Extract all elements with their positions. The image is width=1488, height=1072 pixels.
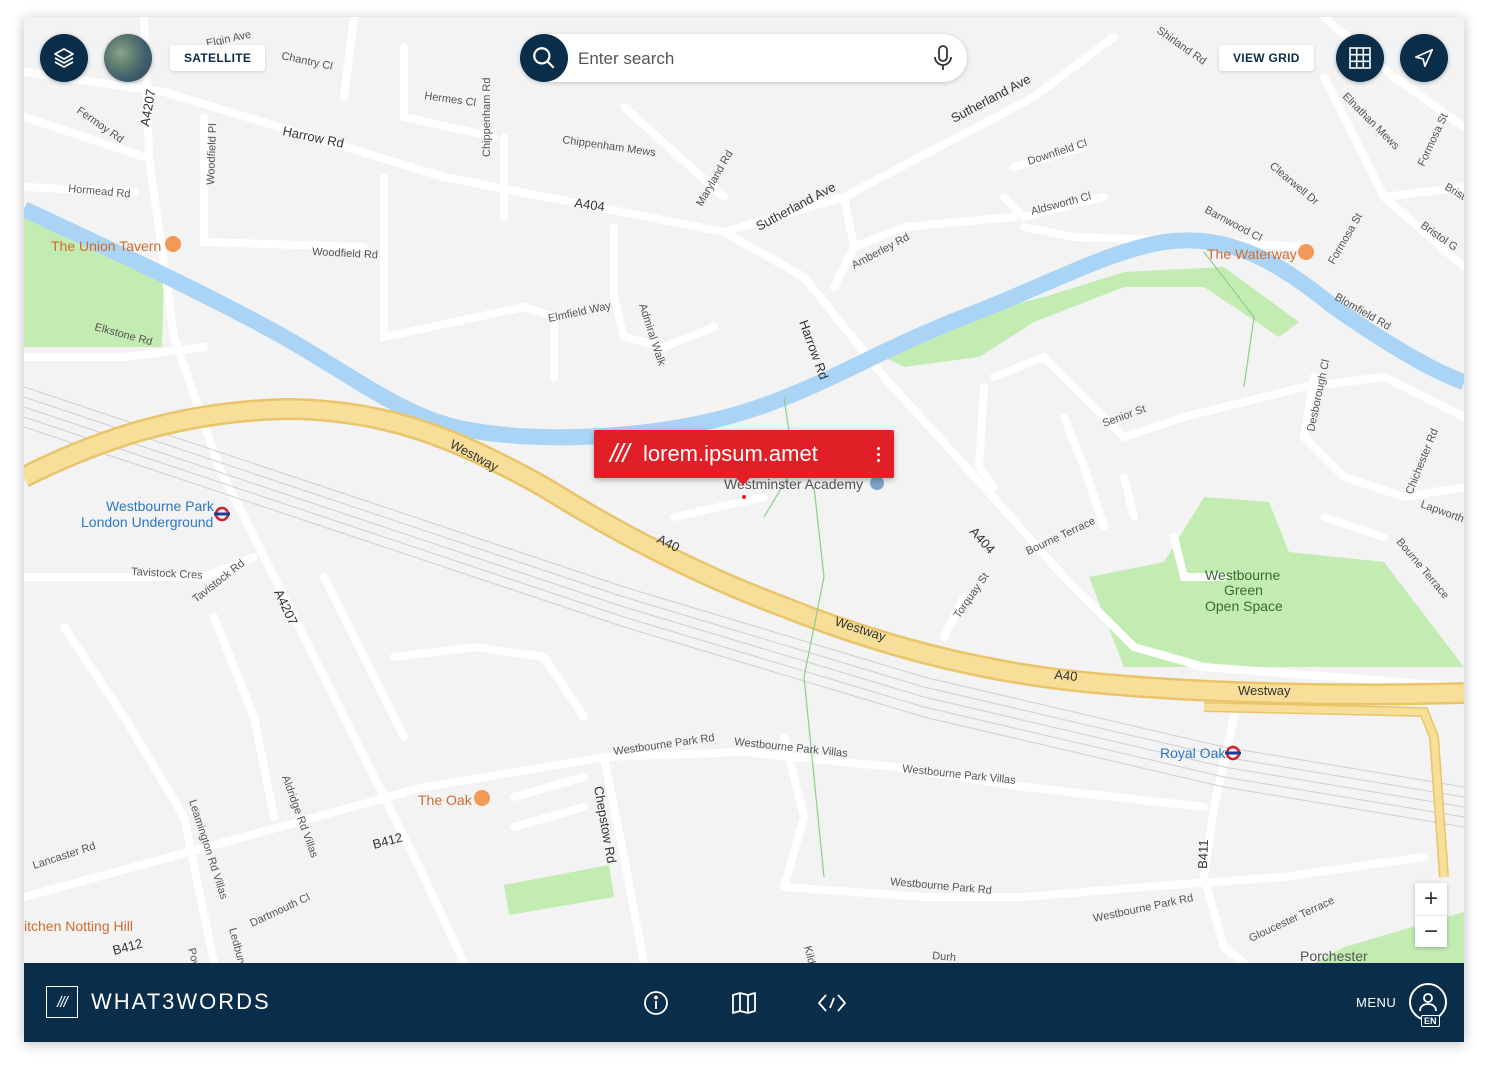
svg-text:London Underground: London Underground — [81, 514, 213, 530]
grid-button[interactable] — [1336, 34, 1384, 82]
microphone-icon — [934, 45, 952, 70]
dot — [876, 458, 880, 462]
svg-text:The Oak: The Oak — [418, 792, 473, 808]
w3w-logo-text[interactable]: WHAT3WORDS — [91, 989, 271, 1015]
restaurant-pin-union-tavern — [165, 236, 181, 252]
layers-button[interactable] — [40, 34, 88, 82]
map-view-button[interactable] — [728, 987, 760, 1019]
search-icon — [533, 47, 555, 69]
user-icon — [1419, 993, 1437, 1012]
zoom-control: + − — [1415, 883, 1447, 947]
menu-button[interactable]: MENU — [1356, 995, 1396, 1010]
search-button[interactable] — [520, 34, 568, 82]
view-grid-toggle[interactable]: VIEW GRID — [1219, 45, 1314, 71]
language-badge[interactable]: EN — [1421, 1015, 1440, 1027]
svg-text:Porchester: Porchester — [1300, 948, 1368, 963]
more-options-button[interactable] — [872, 440, 884, 468]
svg-text:Westbourne Park: Westbourne Park — [106, 498, 215, 514]
w3w-address: lorem.ipsum.amet — [643, 441, 818, 466]
microphone-button[interactable] — [929, 44, 957, 72]
svg-text:The Union Tavern: The Union Tavern — [51, 238, 161, 254]
svg-text:Durh: Durh — [932, 950, 957, 963]
svg-text:The Waterway: The Waterway — [1207, 246, 1297, 262]
svg-text:Westway: Westway — [1238, 683, 1291, 698]
code-icon — [818, 994, 846, 1012]
svg-text:Woodfield Pl: Woodfield Pl — [205, 123, 219, 185]
svg-text:B411: B411 — [1195, 839, 1211, 869]
dot — [876, 446, 880, 450]
layers-icon — [54, 48, 74, 68]
selected-square-marker — [742, 495, 746, 499]
search-input[interactable] — [576, 46, 910, 72]
developer-api-button[interactable] — [816, 987, 848, 1019]
app-frame: Harrow Rd A404 Sutherland Ave Sutherland… — [24, 17, 1464, 1042]
info-button[interactable] — [640, 987, 672, 1019]
zoom-in-button[interactable]: + — [1415, 883, 1447, 916]
w3w-slashes: /// — [610, 438, 630, 468]
search-bar — [520, 34, 967, 82]
restaurant-pin-waterway — [1298, 244, 1314, 260]
svg-text:itchen Notting Hill: itchen Notting Hill — [24, 918, 133, 934]
svg-text:A40: A40 — [1054, 667, 1078, 684]
map-canvas[interactable]: Harrow Rd A404 Sutherland Ave Sutherland… — [24, 17, 1464, 963]
svg-text:Royal Oak: Royal Oak — [1160, 745, 1226, 761]
zoom-out-button[interactable]: − — [1415, 916, 1447, 948]
footer-bar: /// WHAT3WORDS MENU EN — [24, 963, 1464, 1042]
svg-text:Westbourne: Westbourne — [1205, 567, 1280, 583]
svg-text:Green: Green — [1224, 582, 1263, 598]
w3w-logo-mark[interactable]: /// — [46, 986, 78, 1018]
map-icon — [732, 992, 756, 1014]
info-icon — [644, 991, 668, 1015]
svg-text:Open Space: Open Space — [1205, 598, 1283, 614]
satellite-toggle[interactable]: SATELLITE — [170, 45, 266, 71]
address-callout[interactable]: /// lorem.ipsum.amet — [594, 430, 894, 485]
dot — [876, 452, 880, 456]
satellite-thumbnail[interactable] — [104, 34, 152, 82]
navigation-arrow-icon — [1414, 48, 1434, 68]
restaurant-pin-the-oak — [474, 790, 490, 806]
locate-me-button[interactable] — [1400, 34, 1448, 82]
grid-icon — [1349, 47, 1371, 69]
svg-text:Chippenham Rd: Chippenham Rd — [481, 78, 493, 158]
